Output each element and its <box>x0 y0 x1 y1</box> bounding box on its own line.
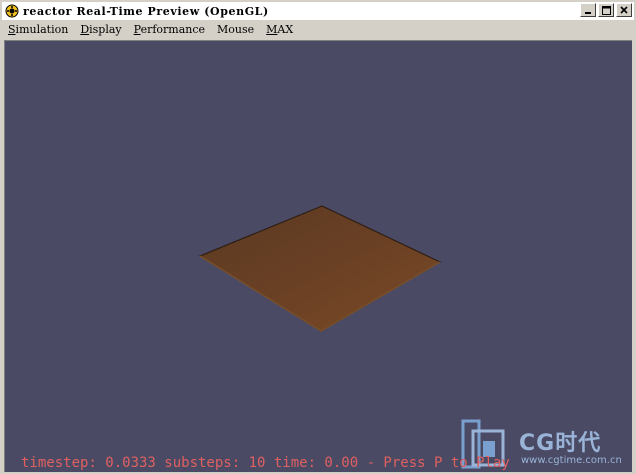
menu-bar: Simulation Display Performance Mouse MAX <box>2 20 634 38</box>
reactor-icon[interactable] <box>5 4 19 18</box>
ground-plane[interactable] <box>198 205 442 332</box>
menu-display-rest: isplay <box>89 22 122 36</box>
menu-performance[interactable]: Performance <box>128 23 211 36</box>
title-bar[interactable]: reactor Real-Time Preview (OpenGL) <box>2 2 634 20</box>
close-icon <box>620 6 628 14</box>
menu-max[interactable]: MAX <box>260 23 299 36</box>
opengl-viewport[interactable]: CG时代 www.cgtime.com.cn timestep: 0.0333 … <box>4 40 632 472</box>
menu-display-mnemonic: D <box>80 22 90 36</box>
reactor-preview-window: reactor Real-Time Preview (OpenGL) Simul… <box>0 0 636 474</box>
minimize-button[interactable] <box>580 3 596 17</box>
maximize-icon <box>601 5 611 15</box>
watermark-url: www.cgtime.com.cn <box>521 455 622 466</box>
menu-performance-rest: erformance <box>140 22 206 36</box>
menu-display[interactable]: Display <box>74 23 127 36</box>
maximize-button[interactable] <box>598 3 614 17</box>
window-title: reactor Real-Time Preview (OpenGL) <box>23 4 269 18</box>
menu-simulation-rest: imulation <box>15 22 69 36</box>
menu-max-rest: AX <box>277 22 294 36</box>
minimize-icon <box>585 12 591 14</box>
menu-max-mnemonic: M <box>266 22 278 36</box>
close-button[interactable] <box>616 3 632 17</box>
window-controls <box>580 3 632 17</box>
menu-simulation[interactable]: Simulation <box>2 23 74 36</box>
ground-plane-view <box>198 205 442 332</box>
menu-performance-mnemonic: P <box>133 22 141 36</box>
watermark-text: CG时代 <box>519 431 602 456</box>
menu-simulation-mnemonic: S <box>8 22 16 36</box>
menu-mouse[interactable]: Mouse <box>211 23 260 36</box>
status-line: timestep: 0.0333 substeps: 10 time: 0.00… <box>21 455 510 471</box>
